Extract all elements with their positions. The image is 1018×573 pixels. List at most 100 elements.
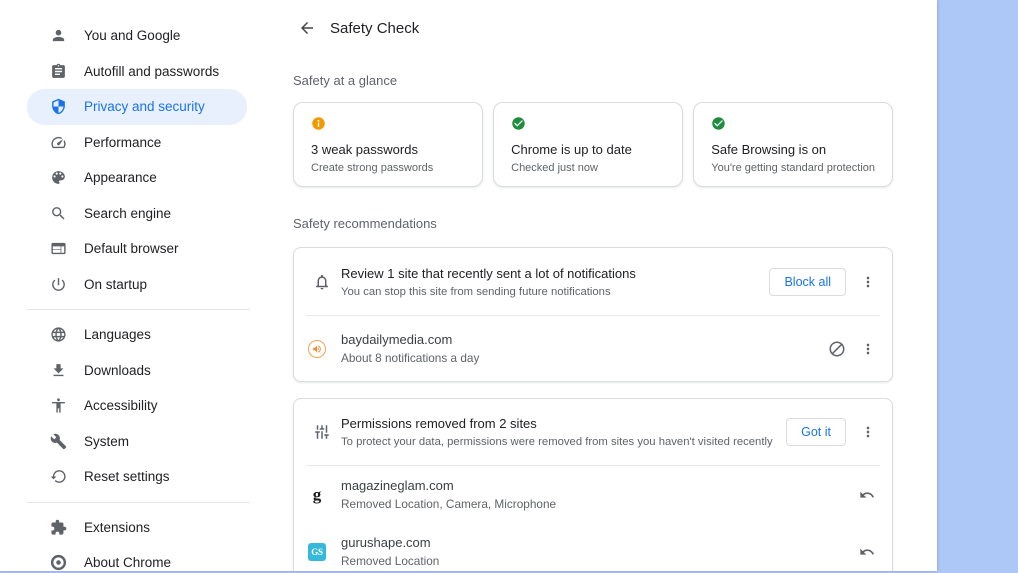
sidebar-item-label: Languages — [84, 327, 151, 343]
speaker-favicon-icon — [308, 339, 326, 358]
site-name: gurushape.com — [341, 535, 431, 550]
chrome-settings-window: You and Google Autofill and passwords Pr… — [0, 0, 937, 571]
sidebar-item-label: Search engine — [84, 205, 172, 221]
site-detail: Removed Location — [341, 554, 440, 568]
permissions-card-header: Permissions removed from 2 sites To prot… — [294, 399, 892, 465]
download-icon — [50, 362, 67, 379]
block-all-button[interactable]: Block all — [769, 267, 846, 296]
permissions-card-text: Permissions removed from 2 sites To prot… — [341, 416, 774, 448]
site-row-magazineglam: g magazineglam.com Removed Location, Cam… — [294, 466, 892, 523]
magazineglam-favicon: g — [312, 484, 322, 504]
glance-card-passwords[interactable]: 3 weak passwords Create strong passwords — [293, 102, 484, 187]
site-row-baydailymedia: baydailymedia.com About 8 notifications … — [294, 316, 892, 381]
glance-card-updates[interactable]: Chrome is up to date Checked just now — [493, 102, 684, 187]
reset-icon — [50, 468, 67, 485]
sidebar-item-performance[interactable]: Performance — [27, 125, 247, 161]
got-it-button[interactable]: Got it — [786, 418, 846, 446]
back-arrow-icon[interactable] — [298, 19, 316, 37]
globe-icon — [50, 326, 67, 343]
recommendations-section-label: Safety recommendations — [293, 216, 437, 231]
notifications-card-text: Review 1 site that recently sent a lot o… — [341, 266, 757, 298]
glance-card-subtitle: You're getting standard protection — [711, 162, 876, 174]
sidebar-item-label: Accessibility — [84, 398, 158, 414]
sidebar-item-label: On startup — [84, 276, 148, 292]
accessibility-icon — [50, 397, 67, 414]
sidebar-item-label: Autofill and passwords — [84, 63, 220, 79]
check-circle-icon — [711, 116, 875, 131]
sidebar-item-you-and-google[interactable]: You and Google — [27, 18, 247, 54]
sidebar-item-label: Downloads — [84, 362, 151, 378]
sidebar-item-search-engine[interactable]: Search engine — [27, 196, 247, 232]
sidebar-item-about-chrome[interactable]: About Chrome — [27, 545, 247, 571]
sidebar-item-languages[interactable]: Languages — [27, 317, 247, 353]
speedometer-icon — [50, 134, 67, 151]
sidebar-item-reset-settings[interactable]: Reset settings — [27, 459, 247, 495]
more-menu-icon[interactable] — [860, 341, 876, 357]
glance-card-subtitle: Checked just now — [511, 162, 598, 174]
sidebar-item-default-browser[interactable]: Default browser — [27, 231, 247, 267]
glance-cards-row: 3 weak passwords Create strong passwords… — [293, 102, 894, 187]
sidebar-divider — [27, 309, 250, 310]
sidebar-item-label: Performance — [84, 134, 162, 150]
tune-icon — [313, 423, 331, 441]
power-icon — [50, 276, 67, 293]
block-icon[interactable] — [828, 340, 846, 358]
undo-icon[interactable] — [858, 486, 876, 504]
more-menu-icon[interactable] — [860, 424, 876, 440]
card-subtitle: To protect your data, permissions were r… — [341, 436, 773, 448]
site-text: baydailymedia.com About 8 notifications … — [341, 332, 828, 365]
card-subtitle: You can stop this site from sending futu… — [341, 285, 611, 298]
sidebar-item-privacy-and-security[interactable]: Privacy and security — [27, 89, 247, 125]
more-menu-icon[interactable] — [860, 274, 876, 290]
check-circle-icon — [511, 116, 665, 131]
sidebar-item-label: System — [84, 433, 130, 449]
clipboard-icon — [50, 63, 67, 80]
palette-icon — [50, 169, 67, 186]
sidebar-item-extensions[interactable]: Extensions — [27, 510, 247, 546]
sidebar-item-system[interactable]: System — [27, 424, 247, 460]
sidebar-item-downloads[interactable]: Downloads — [27, 353, 247, 389]
glance-card-title: Chrome is up to date — [511, 142, 632, 157]
glance-card-title: 3 weak passwords — [311, 142, 418, 157]
sidebar-item-accessibility[interactable]: Accessibility — [27, 388, 247, 424]
bell-icon — [313, 273, 331, 291]
wrench-icon — [50, 433, 67, 450]
site-text: gurushape.com Removed Location — [341, 535, 858, 568]
site-detail: Removed Location, Camera, Microphone — [341, 497, 557, 511]
sidebar-item-autofill[interactable]: Autofill and passwords — [27, 54, 247, 90]
sidebar-item-label: Appearance — [84, 170, 157, 186]
notifications-review-card: Review 1 site that recently sent a lot o… — [293, 247, 893, 382]
glance-card-title: Safe Browsing is on — [711, 142, 827, 157]
permissions-removed-card: Permissions removed from 2 sites To prot… — [293, 398, 893, 571]
sidebar-item-label: Reset settings — [84, 469, 170, 485]
page-title: Safety Check — [330, 19, 420, 37]
card-title: Review 1 site that recently sent a lot o… — [341, 265, 636, 281]
glance-card-safe-browsing[interactable]: Safe Browsing is on You're getting stand… — [693, 102, 894, 187]
safety-check-page: Safety Check Safety at a glance 3 weak p… — [293, 0, 895, 571]
site-name: magazineglam.com — [341, 478, 454, 493]
sidebar-item-appearance[interactable]: Appearance — [27, 160, 247, 196]
chrome-logo-icon — [50, 554, 67, 571]
site-row-gurushape: GS gurushape.com Removed Location — [294, 523, 892, 571]
search-icon — [50, 205, 67, 222]
sidebar-item-label: You and Google — [84, 28, 181, 44]
notifications-card-header: Review 1 site that recently sent a lot o… — [294, 248, 892, 315]
browser-window-icon — [50, 240, 67, 257]
sidebar-divider — [27, 501, 250, 503]
undo-icon[interactable] — [858, 543, 876, 561]
site-detail: About 8 notifications a day — [341, 351, 480, 365]
page-header: Safety Check — [293, 0, 895, 56]
shield-icon — [50, 98, 67, 115]
sidebar-item-label: Privacy and security — [84, 99, 205, 115]
sidebar-item-label: Extensions — [84, 519, 151, 535]
sidebar-item-on-startup[interactable]: On startup — [27, 267, 247, 303]
sidebar-item-label: Default browser — [84, 241, 179, 257]
person-icon — [50, 27, 67, 44]
gurushape-favicon: GS — [308, 542, 326, 561]
site-name: baydailymedia.com — [341, 332, 453, 347]
glance-section-label: Safety at a glance — [293, 73, 398, 88]
card-title: Permissions removed from 2 sites — [341, 416, 537, 431]
puzzle-icon — [50, 519, 67, 536]
settings-sidebar: You and Google Autofill and passwords Pr… — [0, 0, 272, 571]
glance-card-subtitle: Create strong passwords — [311, 162, 434, 174]
